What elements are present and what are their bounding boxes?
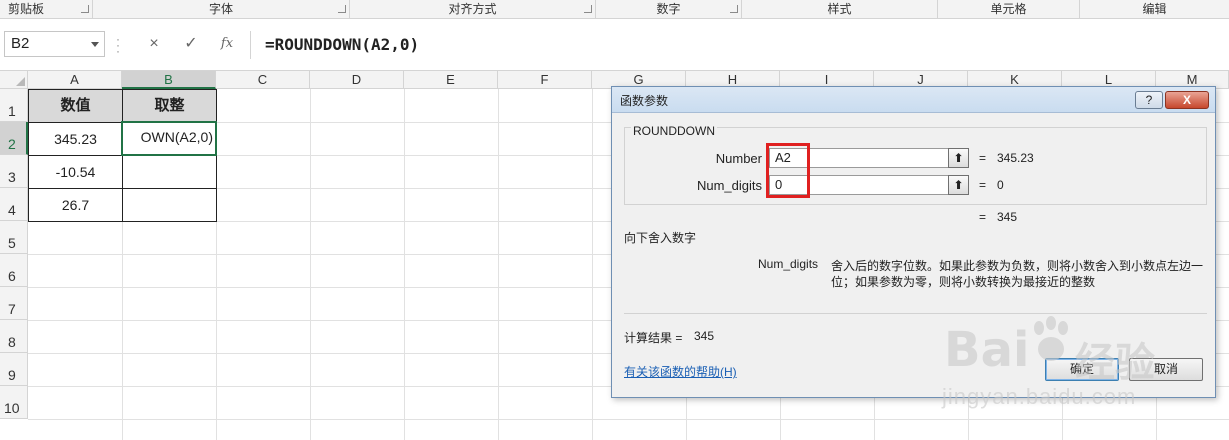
column-header-c[interactable]: C [216, 71, 310, 89]
name-box[interactable]: B2 [4, 31, 105, 57]
column-header-b[interactable]: B [122, 71, 216, 89]
gridline [592, 89, 593, 440]
formula-equals: = [979, 210, 987, 224]
cell-b2-editing[interactable]: OWN(A2,0) [121, 121, 217, 156]
watermark-brand-cn: 经验 [1075, 341, 1155, 385]
arg-result-number: 345.23 [997, 151, 1034, 165]
paw-logo-icon [1034, 316, 1068, 361]
formula-input[interactable]: =ROUNDDOWN(A2,0) [250, 31, 1229, 59]
insert-function-icon[interactable]: fx [217, 34, 237, 54]
arg-description-line: 位；如果参数为零，则将小数转换为最接近的整数 [831, 275, 1096, 289]
formula-result-preview: 345 [997, 210, 1018, 224]
ribbon-group-alignment: 对齐方式 [350, 0, 596, 19]
row-header-2[interactable]: 2 [0, 122, 28, 155]
function-description: 向下舍入数字 [624, 231, 697, 245]
ribbon-group-number: 数字 [596, 0, 742, 19]
arg-label-number: Number [715, 151, 762, 166]
dialog-titlebar[interactable]: 函数参数 ? X [612, 87, 1215, 113]
collapse-dialog-icon[interactable]: ⬆ [948, 175, 969, 195]
ribbon-group-label: 单元格 [990, 2, 1027, 16]
dialog-launcher-icon[interactable] [81, 5, 89, 13]
watermark-url: jingyan.baidu.com [942, 384, 1137, 409]
arg-equals: = [979, 178, 987, 192]
help-button[interactable]: ? [1135, 91, 1163, 109]
row-header-3[interactable]: 3 [0, 155, 28, 188]
enter-icon[interactable]: ✓ [181, 34, 201, 54]
function-help-link[interactable]: 有关该函数的帮助(H) [624, 363, 737, 380]
arg-description-name: Num_digits [758, 257, 819, 271]
more-icon: · · · [116, 32, 120, 58]
select-all-icon [16, 77, 25, 86]
cell-a2[interactable]: 345.23 [28, 122, 123, 156]
dialog-launcher-icon[interactable] [338, 5, 346, 13]
row-header-1[interactable]: 1 [0, 89, 28, 122]
watermark-brand: Bai [944, 322, 1030, 378]
dialog-launcher-icon[interactable] [730, 5, 738, 13]
dialog-launcher-icon[interactable] [584, 5, 592, 13]
ribbon-group-clipboard: 剪贴板 [0, 0, 93, 19]
gridline [310, 89, 311, 440]
arg-description-line: 舍入后的数字位数。如果此参数为负数，则将小数舍入到小数点左边一 [831, 259, 1204, 273]
row-header-6[interactable]: 6 [0, 254, 28, 287]
cancel-icon[interactable]: × [144, 34, 164, 54]
close-button[interactable]: X [1165, 91, 1209, 109]
name-box-value: B2 [11, 35, 30, 52]
ribbon-group-label: 样式 [827, 2, 852, 16]
ribbon-group-styles: 样式 [742, 0, 938, 19]
arg-result-num-digits: 0 [997, 178, 1004, 192]
arg-label-num-digits: Num_digits [696, 178, 762, 193]
ribbon-group-strip: 剪贴板 字体 对齐方式 数字 样式 单元格 编辑 [0, 0, 1229, 19]
cell-a1[interactable]: 数值 [28, 89, 123, 123]
ribbon-group-editing: 编辑 [1080, 0, 1229, 19]
gridline [28, 419, 1229, 420]
column-header-a[interactable]: A [28, 71, 122, 89]
select-all-button[interactable] [0, 71, 28, 89]
collapse-dialog-icon[interactable]: ⬆ [948, 148, 969, 168]
ribbon-group-cells: 单元格 [938, 0, 1080, 19]
row-header-7[interactable]: 7 [0, 287, 28, 320]
formula-bar: B2 · · · × ✓ fx =ROUNDDOWN(A2,0) [0, 19, 1229, 71]
cell-b2-edit-text: OWN(A2,0) [140, 129, 213, 145]
column-header-f[interactable]: F [498, 71, 592, 89]
ribbon-group-label: 数字 [656, 2, 681, 16]
calc-result-value: 345 [694, 329, 715, 343]
row-header-10[interactable]: 10 [0, 386, 28, 419]
column-header-d[interactable]: D [310, 71, 404, 89]
ribbon-group-label: 字体 [208, 2, 233, 16]
row-header-4[interactable]: 4 [0, 188, 28, 221]
arg-equals: = [979, 151, 987, 165]
row-header-5[interactable]: 5 [0, 221, 28, 254]
cell-b4[interactable] [122, 188, 217, 222]
ribbon-group-label: 剪贴板 [8, 2, 45, 16]
ribbon-group-label: 编辑 [1142, 2, 1167, 16]
function-name: ROUNDDOWN [631, 124, 717, 138]
calc-result-label: 计算结果 = [624, 331, 683, 345]
gridline [498, 89, 499, 440]
dialog-title: 函数参数 [620, 94, 669, 108]
cell-b1[interactable]: 取整 [122, 89, 217, 123]
highlight-box [766, 143, 810, 198]
column-header-e[interactable]: E [404, 71, 498, 89]
ribbon-group-font: 字体 [93, 0, 350, 19]
row-header-8[interactable]: 8 [0, 320, 28, 353]
row-header-9[interactable]: 9 [0, 353, 28, 386]
divider [624, 313, 1207, 314]
gridline [404, 89, 405, 440]
ribbon-group-label: 对齐方式 [448, 2, 497, 16]
cell-b3[interactable] [122, 155, 217, 189]
cell-a3[interactable]: -10.54 [28, 155, 123, 189]
cell-a4[interactable]: 26.7 [28, 188, 123, 222]
chevron-down-icon[interactable] [91, 42, 99, 47]
